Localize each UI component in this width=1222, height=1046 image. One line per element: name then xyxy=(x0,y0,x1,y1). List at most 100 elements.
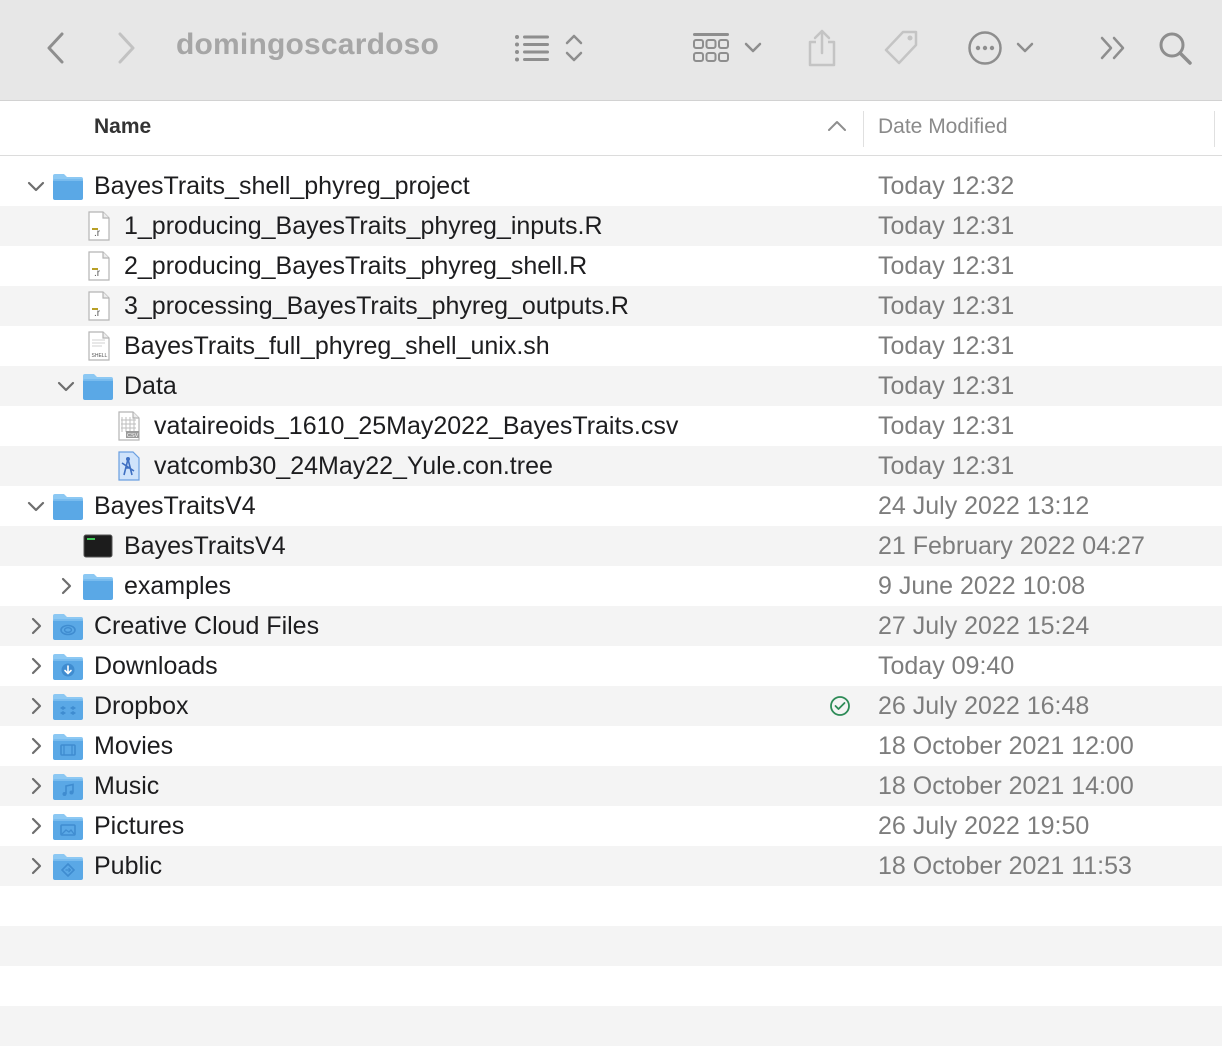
file-row[interactable]: CSV vataireoids_1610_25May2022_BayesTrait… xyxy=(0,406,1222,446)
file-row[interactable]: BayesTraits_shell_phyreg_project Today 12… xyxy=(0,166,1222,206)
file-list: BayesTraits_shell_phyreg_project Today 12… xyxy=(0,166,1222,886)
file-row[interactable]: .r 3_processing_BayesTraits_phyreg_output… xyxy=(0,286,1222,326)
date-modified: Today 12:31 xyxy=(878,372,1015,400)
ellipsis-circle-icon[interactable] xyxy=(966,25,1004,71)
file-name: BayesTraitsV4 xyxy=(124,532,286,560)
file-name: Pictures xyxy=(94,812,185,840)
date-modified: 24 July 2022 13:12 xyxy=(878,492,1090,520)
column-name-header[interactable]: Name xyxy=(94,115,151,139)
file-name: Data xyxy=(124,372,177,400)
disclosure-closed-chevron-icon[interactable] xyxy=(26,616,46,636)
disclosure-closed-chevron-icon[interactable] xyxy=(26,696,46,716)
file-row[interactable]: Creative Cloud Files 27 July 2022 15:24 xyxy=(0,606,1222,646)
svg-text:SHELL: SHELL xyxy=(92,353,108,359)
file-row[interactable]: BayesTraitsV4 21 February 2022 04:27 xyxy=(0,526,1222,566)
folder-icon xyxy=(52,491,84,521)
group-grid-icon[interactable] xyxy=(690,25,732,71)
toolbar: domingoscardoso xyxy=(0,0,1222,101)
file-name: 3_processing_BayesTraits_phyreg_outputs.… xyxy=(124,292,629,320)
file-name: vatcomb30_24May22_Yule.con.tree xyxy=(154,452,553,480)
tag-icon[interactable] xyxy=(880,25,922,71)
column-header: Name Date Modified xyxy=(0,101,1222,156)
file-name: Creative Cloud Files xyxy=(94,612,320,640)
file-row[interactable]: .r 1_producing_BayesTraits_phyreg_inputs.… xyxy=(0,206,1222,246)
disclosure-closed-chevron-icon[interactable] xyxy=(26,656,46,676)
file-row[interactable]: .r 2_producing_BayesTraits_phyreg_shell.R… xyxy=(0,246,1222,286)
date-modified: Today 12:32 xyxy=(878,172,1015,200)
share-icon[interactable] xyxy=(804,25,840,71)
double-chevron-right-icon[interactable] xyxy=(1096,25,1130,71)
file-name: Music xyxy=(94,772,160,800)
sync-status-check-icon xyxy=(829,695,851,722)
date-modified: 26 July 2022 19:50 xyxy=(878,812,1090,840)
unix-executable-icon xyxy=(82,531,114,561)
file-name: Dropbox xyxy=(94,692,189,720)
column-date-modified-header[interactable]: Date Modified xyxy=(878,115,1008,139)
r-script-file-icon: .r xyxy=(82,211,114,241)
file-row[interactable]: examples 9 June 2022 10:08 xyxy=(0,566,1222,606)
empty-list-area xyxy=(0,886,1222,1046)
sort-ascending-icon[interactable] xyxy=(826,119,848,138)
file-name: BayesTraitsV4 xyxy=(94,492,256,520)
date-modified: Today 12:31 xyxy=(878,292,1015,320)
csv-file-icon: CSV xyxy=(112,411,144,441)
file-row[interactable]: Pictures 26 July 2022 19:50 xyxy=(0,806,1222,846)
file-name: vataireoids_1610_25May2022_BayesTraits.c… xyxy=(154,412,679,440)
date-modified: 9 June 2022 10:08 xyxy=(878,572,1086,600)
file-name: Downloads xyxy=(94,652,218,680)
search-icon[interactable] xyxy=(1156,25,1194,71)
date-modified: Today 12:31 xyxy=(878,452,1015,480)
file-row[interactable]: Public 18 October 2021 11:53 xyxy=(0,846,1222,886)
shell-script-file-icon: SHELL xyxy=(82,331,114,361)
column-divider[interactable] xyxy=(863,111,864,147)
file-row[interactable]: Music 18 October 2021 14:00 xyxy=(0,766,1222,806)
disclosure-closed-chevron-icon[interactable] xyxy=(26,816,46,836)
chevron-down-icon[interactable] xyxy=(742,25,764,71)
disclosure-open-chevron-icon[interactable] xyxy=(26,176,46,196)
svg-text:CSV: CSV xyxy=(127,433,139,439)
file-name: 2_producing_BayesTraits_phyreg_shell.R xyxy=(124,252,588,280)
date-modified: 27 July 2022 15:24 xyxy=(878,612,1090,640)
sort-updown-icon[interactable] xyxy=(562,25,586,71)
date-modified: 26 July 2022 16:48 xyxy=(878,692,1090,720)
file-name: BayesTraits_full_phyreg_shell_unix.sh xyxy=(124,332,550,360)
disclosure-closed-chevron-icon[interactable] xyxy=(26,736,46,756)
chevron-right-icon[interactable] xyxy=(108,25,144,71)
folder-icon xyxy=(82,371,114,401)
disclosure-open-chevron-icon[interactable] xyxy=(26,496,46,516)
date-modified: Today 12:31 xyxy=(878,212,1015,240)
public-folder-icon xyxy=(52,851,84,881)
disclosure-open-chevron-icon[interactable] xyxy=(56,376,76,396)
date-modified: 18 October 2021 12:00 xyxy=(878,732,1134,760)
file-row[interactable]: SHELL BayesTraits_full_phyreg_shell_unix.… xyxy=(0,326,1222,366)
date-modified: 18 October 2021 11:53 xyxy=(878,852,1132,880)
r-script-file-icon: .r xyxy=(82,291,114,321)
movies-folder-icon xyxy=(52,731,84,761)
folder-icon xyxy=(52,171,84,201)
folder-icon xyxy=(82,571,114,601)
pictures-folder-icon xyxy=(52,811,84,841)
file-row[interactable]: Dropbox 26 July 2022 16:48 xyxy=(0,686,1222,726)
file-row[interactable]: Downloads Today 09:40 xyxy=(0,646,1222,686)
date-modified: 21 February 2022 04:27 xyxy=(878,532,1145,560)
date-modified: Today 12:31 xyxy=(878,252,1015,280)
file-row[interactable]: vatcomb30_24May22_Yule.con.tree Today 12:… xyxy=(0,446,1222,486)
column-divider[interactable] xyxy=(1214,111,1215,147)
file-row[interactable]: Data Today 12:31 xyxy=(0,366,1222,406)
dropbox-folder-icon xyxy=(52,691,84,721)
disclosure-closed-chevron-icon[interactable] xyxy=(26,776,46,796)
date-modified: 18 October 2021 14:00 xyxy=(878,772,1134,800)
tree-file-icon xyxy=(112,451,144,481)
music-folder-icon xyxy=(52,771,84,801)
date-modified: Today 09:40 xyxy=(878,652,1015,680)
downloads-folder-icon xyxy=(52,651,84,681)
file-row[interactable]: Movies 18 October 2021 12:00 xyxy=(0,726,1222,766)
disclosure-closed-chevron-icon[interactable] xyxy=(56,576,76,596)
date-modified: Today 12:31 xyxy=(878,332,1015,360)
chevron-down-icon[interactable] xyxy=(1014,25,1036,71)
date-modified: Today 12:31 xyxy=(878,412,1015,440)
chevron-left-icon[interactable] xyxy=(38,25,74,71)
disclosure-closed-chevron-icon[interactable] xyxy=(26,856,46,876)
file-row[interactable]: BayesTraitsV4 24 July 2022 13:12 xyxy=(0,486,1222,526)
list-view-icon[interactable] xyxy=(512,25,552,71)
